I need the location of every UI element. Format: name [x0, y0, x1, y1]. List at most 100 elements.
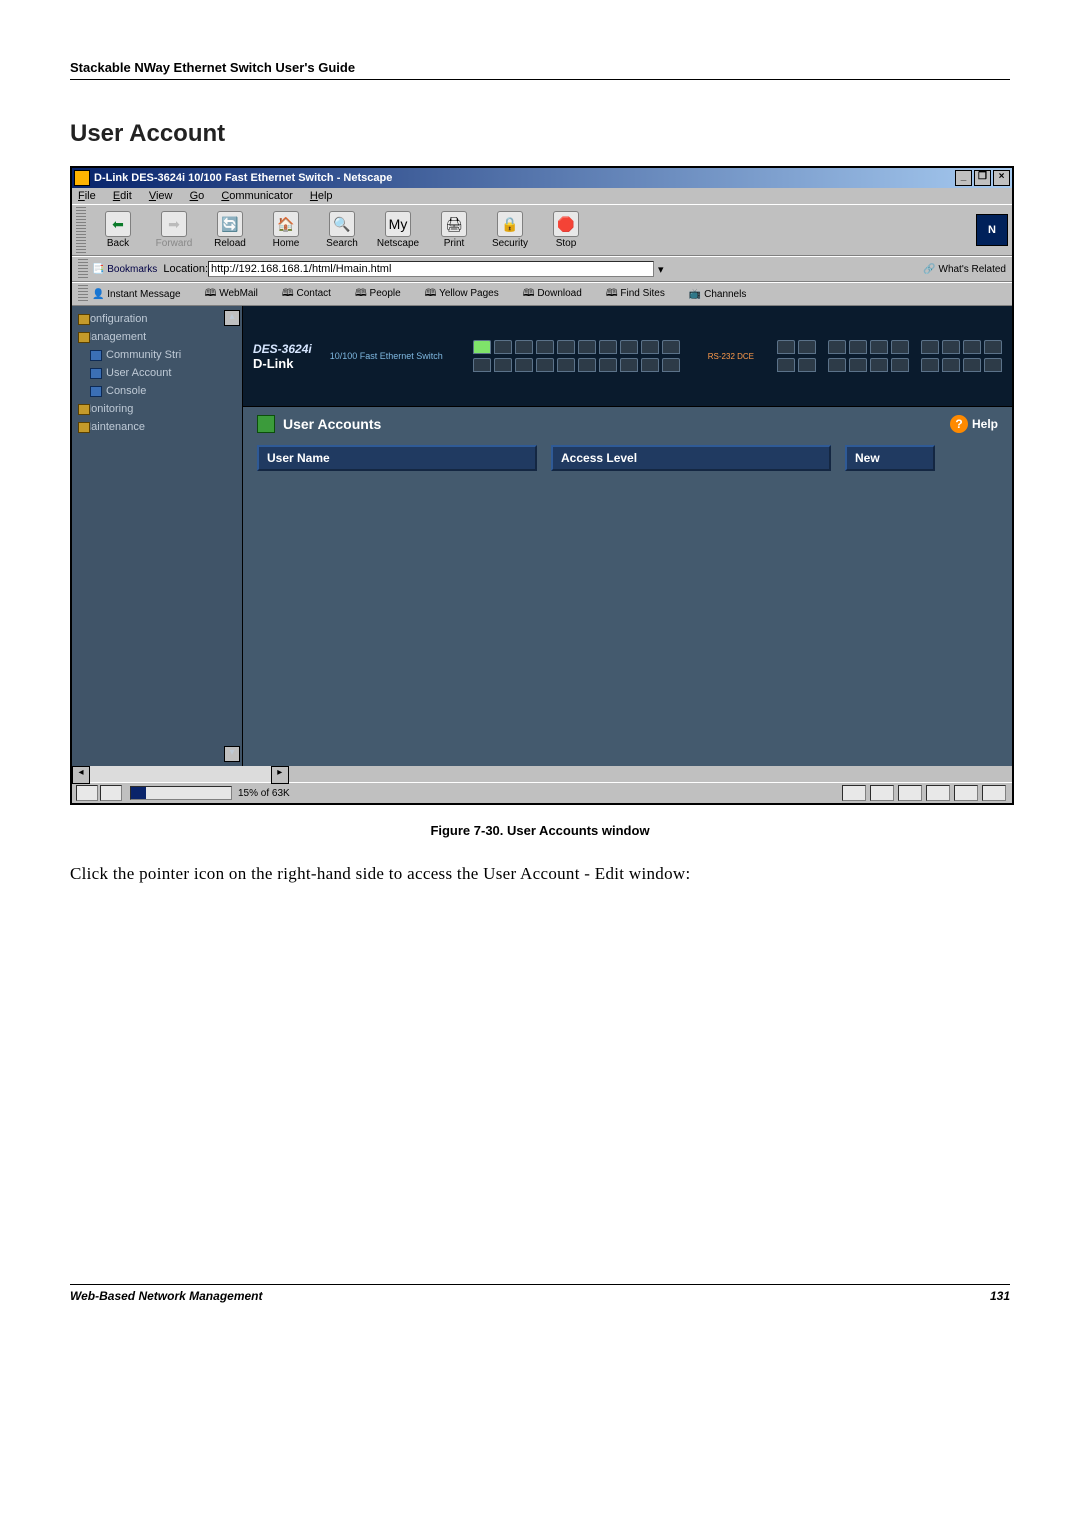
link-instant-message[interactable]: 👤 Instant Message [92, 289, 193, 300]
status-java-icon[interactable] [898, 785, 922, 801]
status-plugin-icon[interactable] [954, 785, 978, 801]
personal-toolbar: 👤 Instant Message 🕮 WebMail 🕮 Contact 🕮 … [72, 282, 1012, 306]
footer-chapter: Web-Based Network Management [70, 1289, 263, 1303]
device-model: DES-3624i [253, 342, 312, 356]
link-people[interactable]: 🕮 People [355, 286, 413, 303]
sidebar-item-user-account[interactable]: User Account [72, 364, 242, 382]
port-icon [494, 358, 512, 372]
toolbar-grip-icon[interactable] [78, 285, 88, 303]
bookmarks-button[interactable]: 📑 Bookmarks [92, 264, 157, 275]
page-content: ▴ Configuration Management Community Str… [72, 306, 1012, 766]
status-component-icon[interactable] [76, 785, 98, 801]
location-input[interactable] [208, 261, 654, 277]
sidebar-item-management[interactable]: Management [72, 328, 242, 346]
port-icon [515, 358, 533, 372]
user-accounts-icon [257, 415, 275, 433]
stop-button[interactable]: 🛑Stop [538, 211, 594, 249]
back-button[interactable]: ⬅Back [90, 211, 146, 249]
port-icon [798, 340, 816, 354]
toolbar-grip-icon[interactable] [78, 259, 88, 279]
scroll-left-button[interactable]: ◂ [72, 766, 90, 784]
home-button[interactable]: 🏠Home [258, 211, 314, 249]
menu-help[interactable]: Help [310, 190, 333, 202]
port-row-bottom [473, 358, 680, 372]
port-icon [849, 358, 867, 372]
footer-page-number: 131 [990, 1289, 1010, 1303]
sidebar-scroll-down[interactable]: ▾ [224, 746, 240, 762]
maximize-button[interactable]: ❐ [974, 170, 991, 186]
menu-edit[interactable]: Edit [113, 190, 132, 202]
port-icon [828, 358, 846, 372]
port-front-top [777, 340, 1002, 354]
status-image-icon[interactable] [926, 785, 950, 801]
menu-view[interactable]: View [149, 190, 173, 202]
sidebar-item-console[interactable]: Console [72, 382, 242, 400]
sidebar-item-maintenance[interactable]: Maintenance [72, 418, 242, 436]
window-title: D-Link DES-3624i 10/100 Fast Ethernet Sw… [94, 172, 955, 184]
minimize-button[interactable]: _ [955, 170, 972, 186]
port-icon [921, 358, 939, 372]
port-icon [662, 340, 680, 354]
port-icon [473, 358, 491, 372]
figure-caption: Figure 7-30. User Accounts window [70, 823, 1010, 838]
device-brand: D-Link [253, 356, 312, 371]
link-yellow-pages[interactable]: 🕮 Yellow Pages [425, 286, 511, 303]
port-icon [473, 340, 491, 354]
status-security-icon[interactable] [842, 785, 866, 801]
menu-file[interactable]: FFileile [78, 190, 96, 202]
port-icon [578, 340, 596, 354]
print-button[interactable]: 🖨Print [426, 211, 482, 249]
scroll-track[interactable] [90, 766, 271, 782]
status-cookie-icon[interactable] [870, 785, 894, 801]
device-rs232-label: RS-232 DCE [708, 352, 754, 361]
menu-communicator[interactable]: Communicator [221, 190, 293, 202]
status-cache-icon[interactable] [982, 785, 1006, 801]
device-desc: 10/100 Fast Ethernet Switch [330, 351, 443, 361]
port-icon [536, 358, 554, 372]
page-footer: Web-Based Network Management 131 [70, 1284, 1010, 1303]
toolbar-grip-icon[interactable] [76, 207, 86, 253]
port-icon [777, 340, 795, 354]
whats-related-button[interactable]: 🔗 What's Related [923, 264, 1006, 275]
port-icon [828, 340, 846, 354]
help-button[interactable]: ?Help [950, 415, 998, 433]
guide-header: Stackable NWay Ethernet Switch User's Gu… [70, 60, 1010, 80]
scroll-right-button[interactable]: ▸ [271, 766, 289, 784]
nav-sidebar: ▴ Configuration Management Community Str… [72, 306, 243, 766]
column-user-name: User Name [257, 445, 537, 471]
port-icon [984, 358, 1002, 372]
reload-button[interactable]: 🔄Reload [202, 211, 258, 249]
port-icon [849, 340, 867, 354]
security-button[interactable]: 🔒Security [482, 211, 538, 249]
port-icon [984, 340, 1002, 354]
link-find-sites[interactable]: 🕮 Find Sites [606, 286, 677, 303]
new-user-button[interactable]: New [845, 445, 935, 471]
link-webmail[interactable]: 🕮 WebMail [205, 286, 270, 303]
port-icon [891, 340, 909, 354]
port-row-top [473, 340, 680, 354]
link-contact[interactable]: 🕮 Contact [282, 286, 343, 303]
sidebar-item-community-strings[interactable]: Community Stri [72, 346, 242, 364]
menu-go[interactable]: Go [190, 190, 205, 202]
link-download[interactable]: 🕮 Download [523, 286, 594, 303]
sidebar-item-monitoring[interactable]: Monitoring [72, 400, 242, 418]
sidebar-horizontal-scrollbar[interactable]: ◂ ▸ [72, 766, 1012, 782]
port-front-bottom [777, 358, 1002, 372]
load-progress-bar [130, 786, 232, 800]
port-icon [578, 358, 596, 372]
link-channels[interactable]: 📺 Channels [689, 289, 759, 300]
status-offline-icon[interactable] [100, 785, 122, 801]
port-icon [777, 358, 795, 372]
port-icon [599, 340, 617, 354]
body-instruction: Click the pointer icon on the right-hand… [70, 864, 1010, 884]
port-icon [557, 340, 575, 354]
port-icon [557, 358, 575, 372]
netscape-button[interactable]: MyNetscape [370, 211, 426, 249]
forward-button[interactable]: ➡Forward [146, 211, 202, 249]
port-icon [599, 358, 617, 372]
port-icon [798, 358, 816, 372]
sidebar-item-configuration[interactable]: Configuration [72, 310, 242, 328]
close-button[interactable]: × [993, 170, 1010, 186]
port-icon [921, 340, 939, 354]
search-button[interactable]: 🔍Search [314, 211, 370, 249]
